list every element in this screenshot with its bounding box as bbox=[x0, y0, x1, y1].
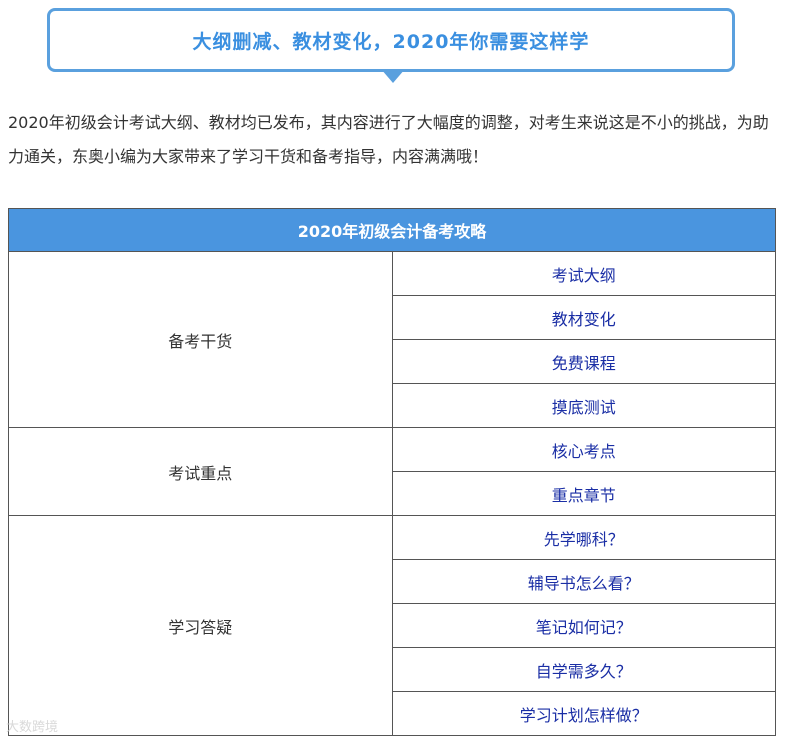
category-cell: 考试重点 bbox=[8, 427, 393, 516]
watermark: 大数跨境 bbox=[6, 720, 59, 735]
table-link-free-courses[interactable]: 免费课程 bbox=[391, 339, 776, 384]
table-row: 学习答疑 先学哪科？ bbox=[8, 515, 776, 736]
table-link-exam-syllabus[interactable]: 考试大纲 bbox=[391, 251, 776, 296]
table-link-how-to-take-notes[interactable]: 笔记如何记？ bbox=[391, 603, 776, 648]
table-header: 2020年初级会计备考攻略 bbox=[8, 208, 776, 252]
table-link-how-to-read-guidebook[interactable]: 辅导书怎么看？ bbox=[391, 559, 776, 604]
table-link-textbook-changes[interactable]: 教材变化 bbox=[391, 295, 776, 340]
table-link-core-points[interactable]: 核心考点 bbox=[391, 427, 776, 472]
intro-paragraph: 2020年初级会计考试大纲、教材均已发布，其内容进行了大幅度的调整，对考生来说这… bbox=[8, 113, 769, 166]
category-cell: 学习答疑 bbox=[8, 515, 393, 736]
table-link-which-subject-first[interactable]: 先学哪科？ bbox=[391, 515, 776, 560]
title-banner: 大纲删减、教材变化，2020年你需要这样学 bbox=[47, 8, 735, 72]
table-link-mock-test[interactable]: 摸底测试 bbox=[391, 383, 776, 428]
table-link-study-plan[interactable]: 学习计划怎样做？ bbox=[391, 691, 776, 736]
banner-pointer-arrow bbox=[381, 69, 405, 83]
category-cell: 备考干货 bbox=[8, 251, 393, 428]
table-link-self-study-duration[interactable]: 自学需多久？ bbox=[391, 647, 776, 692]
table-row: 备考干货 考试大纲 bbox=[8, 251, 776, 428]
table-link-key-chapters[interactable]: 重点章节 bbox=[391, 471, 776, 516]
banner-title: 大纲删减、教材变化，2020年你需要这样学 bbox=[192, 30, 590, 53]
table-row: 考试重点 核心考点 bbox=[8, 427, 776, 516]
study-guide-table: 2020年初级会计备考攻略 备考干货 考试大纲 教材变化 免费课程 摸底测试 考… bbox=[8, 208, 776, 736]
